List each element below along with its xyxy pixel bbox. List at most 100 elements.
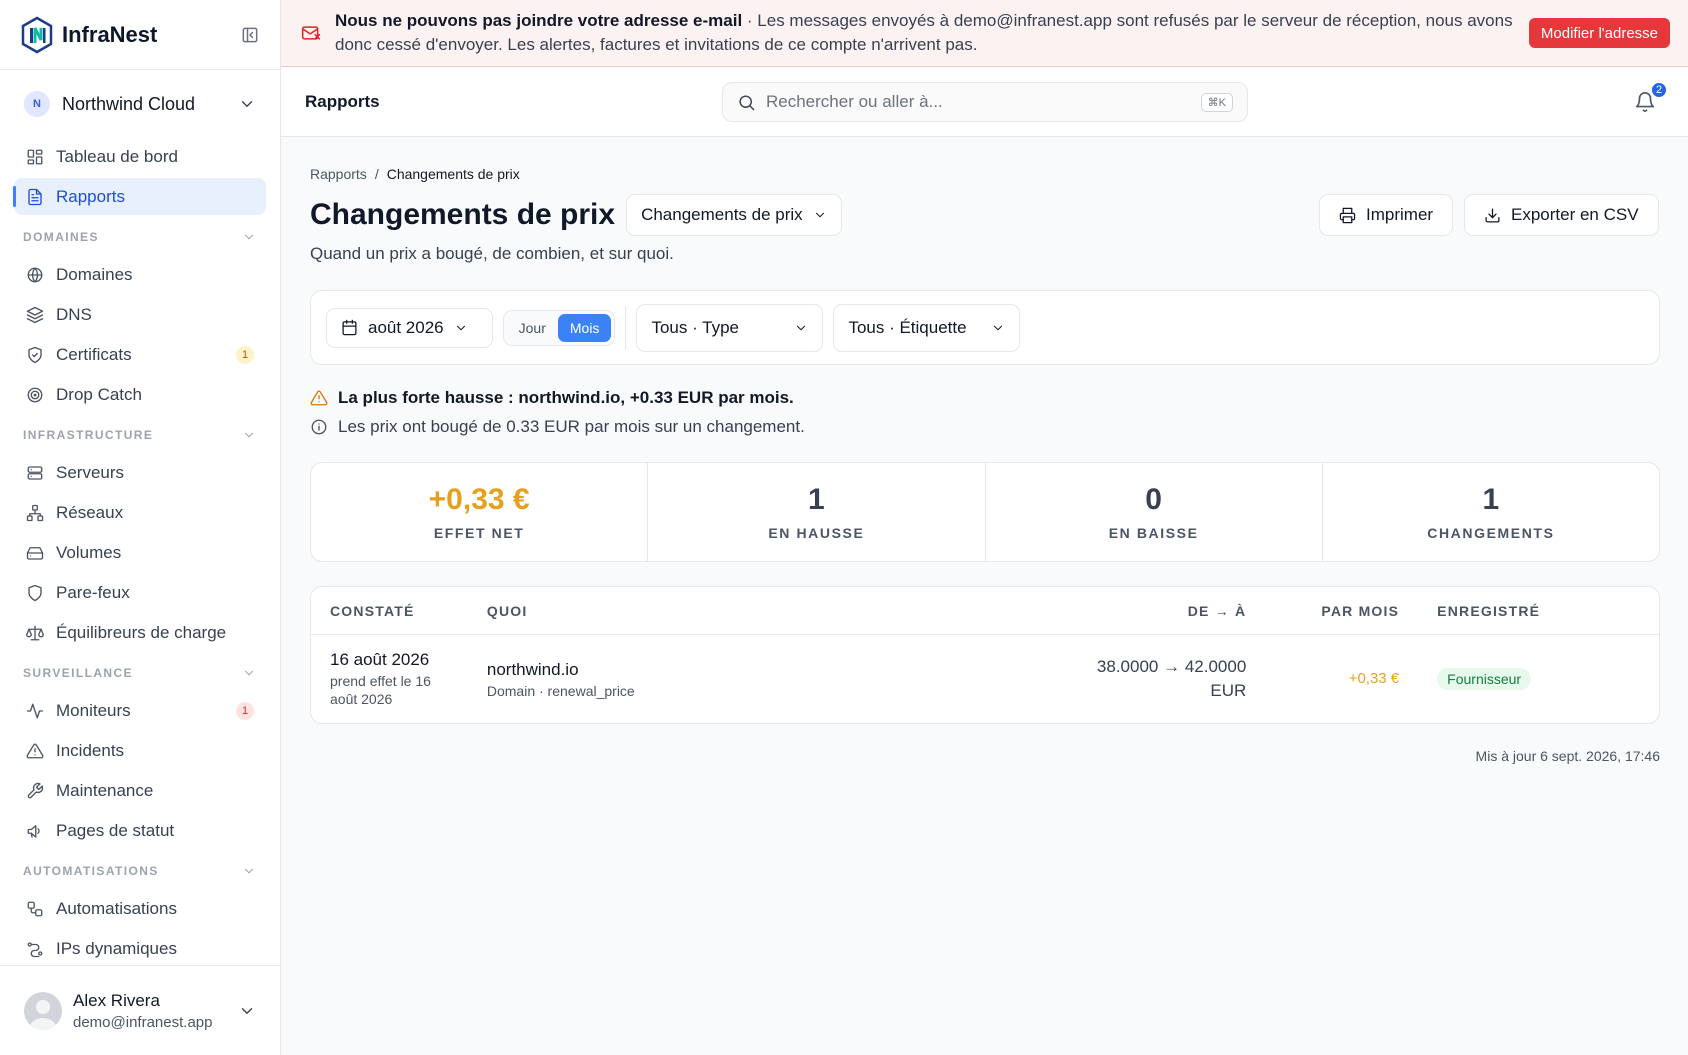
count-badge: 1 bbox=[236, 345, 254, 364]
page-subtitle: Quand un prix a bougé, de combien, et su… bbox=[310, 244, 674, 263]
chevron-down-icon bbox=[815, 212, 824, 218]
breadcrumb-current: Changements de prix bbox=[386, 166, 520, 182]
sidebar-item-pages-de-statut[interactable]: Pages de statut bbox=[14, 812, 266, 849]
stats-card: +0,33 € EFFET NET 1 EN HAUSSE 0 EN BAISS… bbox=[310, 462, 1660, 562]
stat-label: EN HAUSSE bbox=[768, 525, 865, 541]
export-csv-button[interactable]: Exporter en CSV bbox=[1464, 194, 1659, 236]
granularity-month[interactable]: Mois bbox=[557, 313, 612, 342]
alert-triangle-icon bbox=[26, 743, 44, 758]
column-header[interactable]: CONSTATÉ bbox=[311, 603, 487, 619]
search-input[interactable]: Rechercher ou aller à... ⌘K bbox=[722, 82, 1248, 122]
column-header[interactable]: ENREGISTRÉ bbox=[1399, 603, 1659, 619]
granularity-day[interactable]: Jour bbox=[507, 314, 558, 342]
sidebar-item-automatisations[interactable]: Automatisations bbox=[14, 890, 266, 927]
shortcut-hint: ⌘K bbox=[1200, 92, 1233, 112]
sidebar-item-equilibreurs[interactable]: Équilibreurs de charge bbox=[14, 614, 266, 651]
workflow-icon bbox=[27, 901, 43, 916]
filters-bar: août 2026 Jour Mois Tous · Type Tous · É… bbox=[310, 290, 1660, 365]
chevron-down-icon bbox=[244, 868, 254, 874]
dynamic-ip-icon bbox=[27, 941, 43, 957]
sidebar-item-maintenance[interactable]: Maintenance bbox=[14, 772, 266, 809]
sidebar-item-label: Serveurs bbox=[56, 462, 125, 482]
table-row[interactable]: 16 août 2026 prend effet le 16 août 2026… bbox=[311, 635, 1659, 723]
user-menu[interactable]: Alex Rivera demo@infranest.app bbox=[0, 965, 280, 1055]
network-icon bbox=[26, 504, 44, 521]
column-header[interactable]: DE → À bbox=[1026, 603, 1246, 619]
row-resource-detail: Domain · renewal_price bbox=[486, 682, 635, 699]
sidebar-item-domaines[interactable]: Domaines bbox=[14, 256, 266, 293]
stat-value: +0,33 € bbox=[428, 483, 530, 516]
avatar bbox=[24, 991, 62, 1030]
sidebar-item-label: Maintenance bbox=[56, 780, 154, 800]
chevron-down-icon bbox=[244, 234, 254, 240]
sidebar-item-label: IPs dynamiques bbox=[56, 938, 177, 958]
wrench-icon bbox=[27, 782, 44, 798]
sidebar-item-pare-feux[interactable]: Pare-feux bbox=[14, 574, 266, 611]
change-address-button[interactable]: Modifier l'adresse bbox=[1528, 18, 1670, 48]
banner-title: Nous ne pouvons pas joindre votre adress… bbox=[335, 11, 743, 30]
type-filter[interactable]: Tous · Type bbox=[636, 303, 824, 352]
row-date: 16 août 2026 bbox=[330, 650, 430, 669]
sidebar-item-rapports[interactable]: Rapports bbox=[13, 178, 266, 215]
sidebar-item-volumes[interactable]: Volumes bbox=[14, 534, 266, 571]
tag-filter[interactable]: Tous · Étiquette bbox=[833, 303, 1021, 352]
infranest-logo-icon bbox=[21, 16, 53, 53]
sidebar-item-label: DNS bbox=[56, 304, 92, 324]
chevron-down-icon bbox=[244, 432, 254, 438]
sidebar-item-certificats[interactable]: Certificats 1 bbox=[14, 336, 266, 373]
brand-name: InfraNest bbox=[62, 21, 158, 47]
stat-label: EFFET NET bbox=[433, 525, 525, 541]
month-picker[interactable]: août 2026 bbox=[326, 307, 493, 348]
column-header[interactable]: QUOI bbox=[487, 603, 1027, 619]
print-button[interactable]: Imprimer bbox=[1319, 194, 1454, 236]
brand: InfraNest bbox=[0, 0, 280, 70]
granularity-toggle: Jour Mois bbox=[502, 309, 616, 346]
org-switcher[interactable]: N Northwind Cloud bbox=[0, 70, 280, 138]
email-warning-banner: Nous ne pouvons pas joindre votre adress… bbox=[281, 0, 1688, 67]
shield-check-icon bbox=[28, 346, 42, 363]
chevron-down-icon bbox=[241, 1007, 253, 1014]
chevron-down-icon bbox=[241, 101, 253, 107]
sidebar-item-moniteurs[interactable]: Moniteurs 1 bbox=[14, 692, 266, 729]
section-surveillance[interactable]: SURVEILLANCE bbox=[14, 654, 266, 692]
info-text: Les prix ont bougé de 0.33 EUR par mois … bbox=[338, 417, 805, 436]
sidebar-item-label: Rapports bbox=[56, 186, 125, 206]
section-title: INFRASTRUCTURE bbox=[23, 428, 154, 442]
shield-icon bbox=[28, 584, 42, 601]
sidebar-item-serveurs[interactable]: Serveurs bbox=[14, 454, 266, 491]
section-title: AUTOMATISATIONS bbox=[23, 864, 159, 878]
sidebar-item-drop-catch[interactable]: Drop Catch bbox=[14, 376, 266, 413]
target-icon bbox=[27, 387, 43, 402]
sidebar-item-label: Pages de statut bbox=[56, 820, 175, 840]
breadcrumb-rapports[interactable]: Rapports bbox=[310, 166, 367, 182]
section-title: DOMAINES bbox=[23, 230, 99, 244]
tag-filter-value: Tous · Étiquette bbox=[848, 317, 967, 337]
sidebar-item-dns[interactable]: DNS bbox=[14, 296, 266, 333]
report-icon bbox=[28, 188, 42, 205]
sidebar-item-incidents[interactable]: Incidents bbox=[14, 732, 266, 769]
section-automatisations[interactable]: AUTOMATISATIONS bbox=[14, 852, 266, 890]
sidebar-item-label: Certificats bbox=[56, 344, 132, 364]
count-badge: 1 bbox=[236, 701, 254, 720]
mail-error-icon bbox=[301, 26, 321, 40]
sidebar-item-tableau-de-bord[interactable]: Tableau de bord bbox=[14, 138, 266, 175]
sidebar-item-reseaux[interactable]: Réseaux bbox=[14, 494, 266, 531]
scale-icon bbox=[26, 625, 44, 640]
sidebar-item-ips-dynamiques[interactable]: IPs dynamiques bbox=[14, 930, 266, 967]
org-avatar: N bbox=[24, 91, 50, 117]
sidebar-nav: Tableau de bord Rapports DOMAINES Domain… bbox=[0, 138, 280, 967]
row-resource[interactable]: northwind.io bbox=[487, 660, 1027, 680]
calendar-icon bbox=[342, 319, 357, 336]
search-placeholder: Rechercher ou aller à... bbox=[766, 92, 943, 111]
server-icon bbox=[27, 465, 43, 480]
row-from-to: 38.0000 → 42.0000 bbox=[1096, 657, 1247, 676]
section-infrastructure[interactable]: INFRASTRUCTURE bbox=[14, 416, 266, 454]
column-header[interactable]: PAR MOIS bbox=[1246, 603, 1399, 619]
sidebar-item-label: Drop Catch bbox=[56, 384, 142, 404]
user-name: Alex Rivera bbox=[73, 990, 160, 1010]
section-domaines[interactable]: DOMAINES bbox=[14, 218, 266, 256]
banner-message: Nous ne pouvons pas joindre votre adress… bbox=[335, 9, 1515, 57]
collapse-sidebar-icon[interactable] bbox=[240, 25, 260, 45]
stat-value: 1 bbox=[1482, 483, 1500, 516]
report-type-select[interactable]: Changements de prix bbox=[626, 194, 842, 236]
